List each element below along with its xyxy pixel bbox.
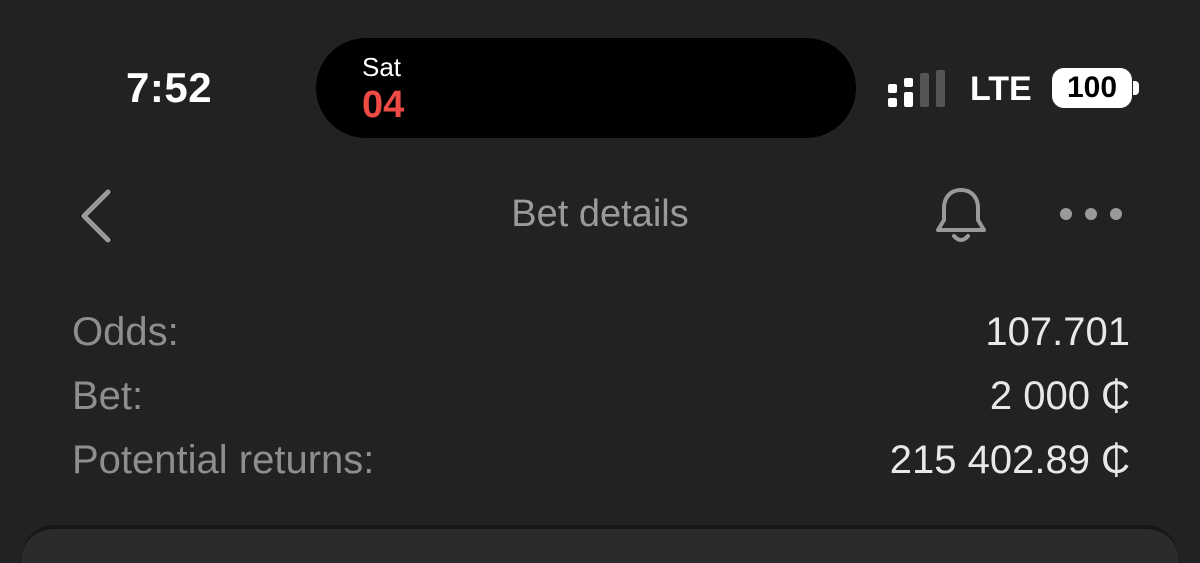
odds-row: Odds: 107.701 xyxy=(72,310,1130,360)
dynamic-island[interactable]: Sat 04 xyxy=(316,38,856,138)
status-time: 7:52 xyxy=(126,64,213,111)
page-title: Bet details xyxy=(511,193,689,235)
more-horizontal-icon[interactable] xyxy=(1056,196,1126,232)
odds-value: 107.701 xyxy=(985,310,1130,354)
bell-icon[interactable] xyxy=(932,184,990,246)
odds-label: Odds: xyxy=(72,310,179,354)
potential-returns-label: Potential returns: xyxy=(72,438,375,482)
bet-row: Bet: 2 000 ₵ xyxy=(72,374,1130,424)
bet-value: 2 000 ₵ xyxy=(989,374,1130,418)
island-date: 04 xyxy=(362,84,405,126)
island-day: Sat xyxy=(362,52,402,82)
potential-returns-value: 215 402.89 ₵ xyxy=(889,438,1130,482)
bet-selection-card[interactable] xyxy=(22,525,1178,563)
battery-icon: 100 xyxy=(1052,68,1132,108)
potential-returns-row: Potential returns: 215 402.89 ₵ xyxy=(72,438,1130,488)
network-type: LTE xyxy=(970,70,1032,108)
bet-label: Bet: xyxy=(72,374,144,418)
cellular-signal-icon xyxy=(888,70,945,107)
battery-tip xyxy=(1133,81,1139,95)
battery-level: 100 xyxy=(1066,71,1118,104)
bet-details-screen: 7:52 Sat 04 LTE 100 Bet details Odds: 10… xyxy=(0,0,1200,563)
